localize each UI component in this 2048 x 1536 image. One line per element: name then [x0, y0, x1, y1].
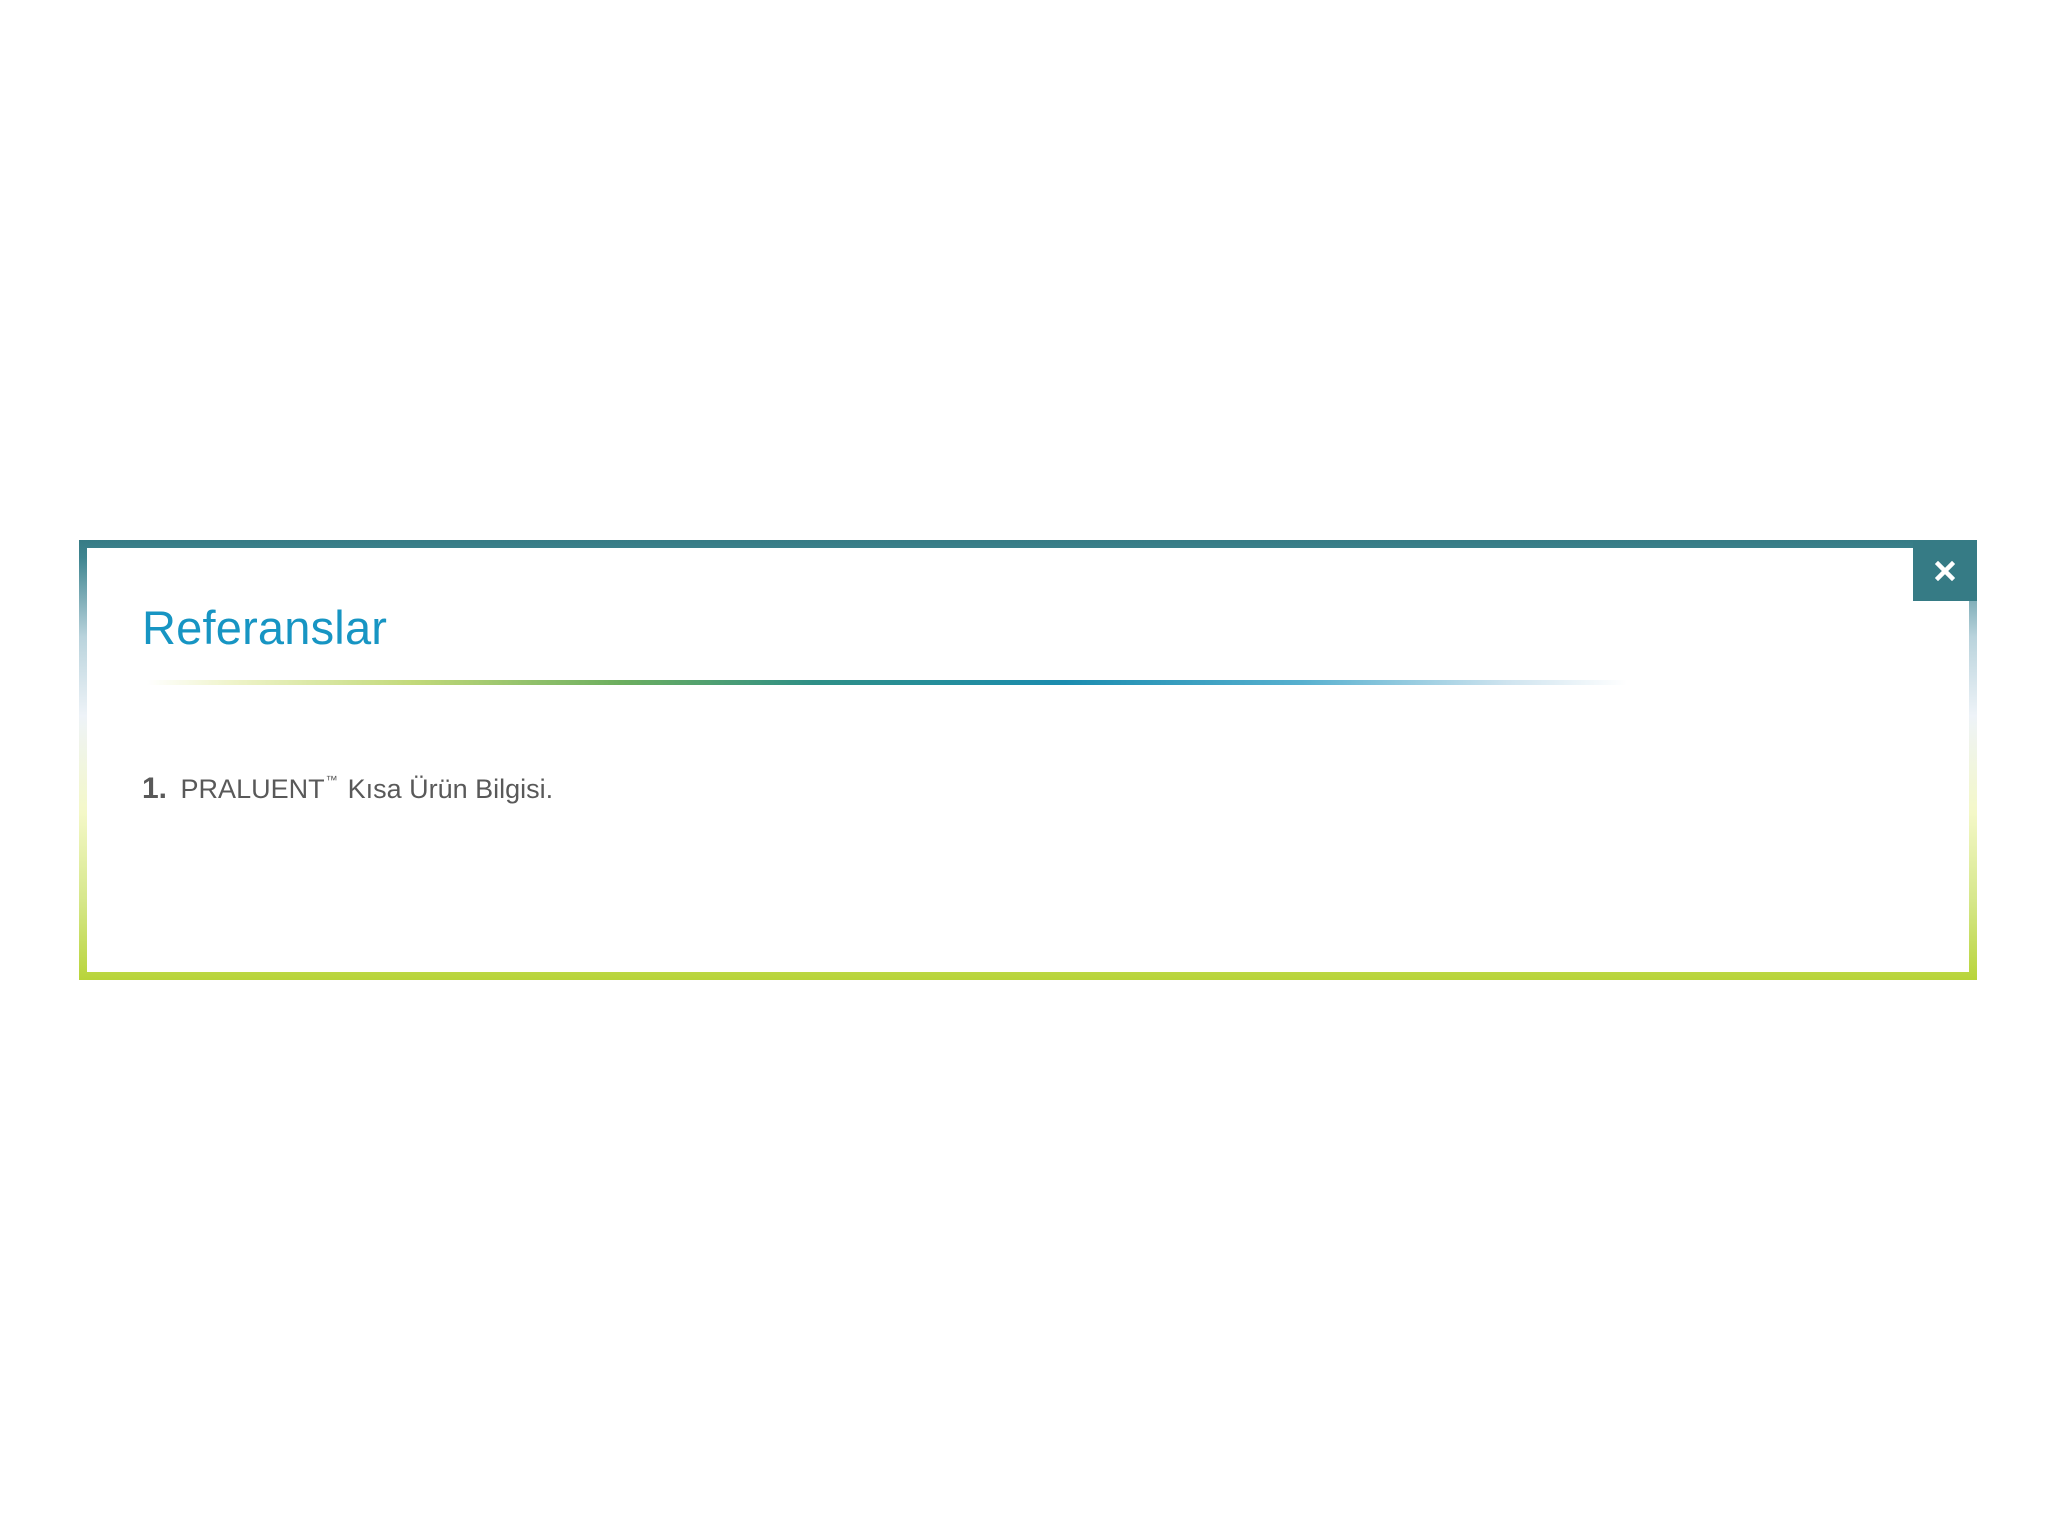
modal-title: Referanslar — [142, 601, 388, 654]
close-button[interactable] — [1913, 540, 1977, 601]
close-icon — [1935, 560, 1955, 581]
modal-content: Referanslar 1. PRALUENT™ Kısa Ürün Bilgis… — [87, 540, 1977, 972]
title-divider — [147, 680, 1627, 685]
references-modal: Referanslar 1. PRALUENT™ Kısa Ürün Bilgis… — [79, 540, 1977, 980]
reference-list: 1. PRALUENT™ Kısa Ürün Bilgisi. — [142, 771, 553, 807]
trademark-symbol: ™ — [325, 773, 338, 787]
reference-product: PRALUENT — [180, 774, 325, 804]
reference-text: Kısa Ürün Bilgisi. — [347, 774, 554, 804]
reference-number: 1. — [142, 772, 168, 805]
page: Referanslar 1. PRALUENT™ Kısa Ürün Bilgis… — [0, 0, 2048, 1536]
reference-item: 1. PRALUENT™ Kısa Ürün Bilgisi. — [142, 771, 553, 807]
